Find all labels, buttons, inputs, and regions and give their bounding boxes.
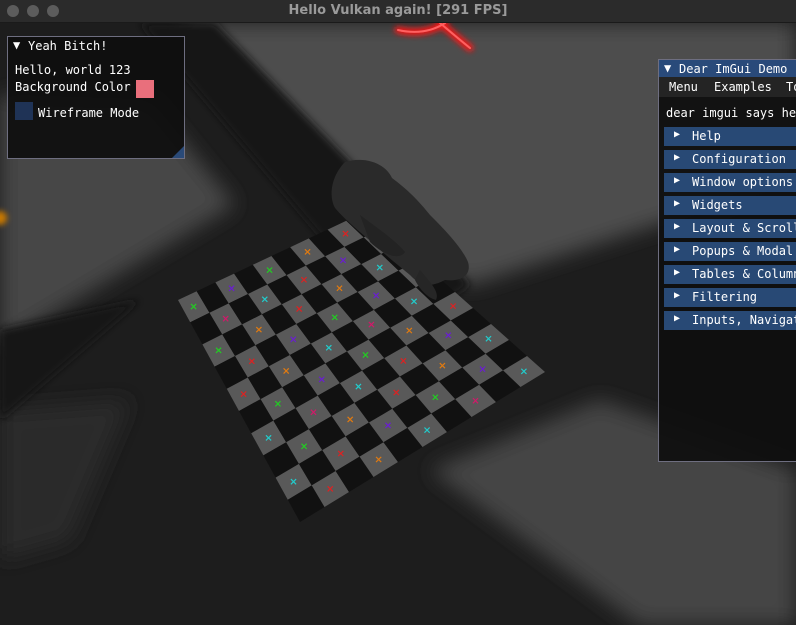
section-header-window-options[interactable]: ▶ Window options — [664, 173, 796, 192]
tree-arrow-icon: ▶ — [674, 290, 681, 301]
section-header-label: Filtering — [692, 290, 758, 304]
section-header-label: Inputs, Navigat — [692, 313, 796, 327]
hello-text: Hello, world 123 — [15, 63, 131, 77]
section-header-layout[interactable]: ▶ Layout & Scroll — [664, 219, 796, 238]
demo-window-title-bar[interactable]: ▼ Dear ImGui Demo — [659, 60, 796, 77]
tree-arrow-icon: ▶ — [674, 267, 681, 278]
background-color-label: Background Color — [15, 80, 131, 94]
menu-item-tools[interactable]: To — [786, 80, 796, 94]
demo-window-title: Dear ImGui Demo — [679, 62, 788, 76]
section-header-label: Configuration — [692, 152, 786, 166]
wireframe-checkbox[interactable] — [15, 102, 33, 120]
resize-grip[interactable] — [172, 146, 184, 158]
demo-intro-text: dear imgui says hel — [666, 106, 796, 120]
tree-arrow-icon: ▶ — [674, 221, 681, 232]
window-title: Hello Vulkan again! [291 FPS] — [288, 3, 508, 18]
collapse-arrow-icon[interactable]: ▼ — [664, 61, 671, 75]
wireframe-label: Wireframe Mode — [38, 106, 140, 120]
section-header-help[interactable]: ▶ Help — [664, 127, 796, 146]
section-header-label: Help — [692, 129, 721, 143]
section-header-widgets[interactable]: ▶ Widgets — [664, 196, 796, 215]
collapse-arrow-icon[interactable]: ▼ — [13, 38, 20, 52]
tree-arrow-icon: ▶ — [674, 152, 681, 163]
section-header-label: Popups & Modal — [692, 244, 794, 258]
section-header-label: Window options — [692, 175, 794, 189]
section-header-label: Widgets — [692, 198, 743, 212]
menu-item-menu[interactable]: Menu — [669, 80, 698, 94]
tree-arrow-icon: ▶ — [674, 175, 681, 186]
tree-arrow-icon: ▶ — [674, 129, 681, 140]
tree-arrow-icon: ▶ — [674, 198, 681, 209]
tree-arrow-icon: ▶ — [674, 244, 681, 255]
demo-window[interactable]: ▼ Dear ImGui Demo Menu Examples To dear … — [658, 59, 796, 462]
tree-arrow-icon: ▶ — [674, 313, 681, 324]
menu-item-examples[interactable]: Examples — [714, 80, 772, 94]
section-header-label: Layout & Scroll — [692, 221, 796, 235]
section-header-configuration[interactable]: ▶ Configuration — [664, 150, 796, 169]
yeah-window-title-bar[interactable]: ▼ Yeah Bitch! — [8, 37, 184, 54]
section-header-label: Tables & Column — [692, 267, 796, 281]
app-window: Hello Vulkan again! [291 FPS] ▼ Yeah Bit… — [0, 0, 796, 625]
background-color-swatch[interactable] — [136, 80, 154, 98]
yeah-window[interactable]: ▼ Yeah Bitch! Hello, world 123 Backgroun… — [7, 36, 185, 159]
demo-menu-bar: Menu Examples To — [659, 77, 796, 97]
section-header-inputs[interactable]: ▶ Inputs, Navigat — [664, 311, 796, 330]
section-header-popups[interactable]: ▶ Popups & Modal — [664, 242, 796, 261]
section-header-tables[interactable]: ▶ Tables & Column — [664, 265, 796, 284]
title-bar[interactable]: Hello Vulkan again! [291 FPS] — [0, 0, 796, 23]
yeah-window-title: Yeah Bitch! — [28, 39, 108, 53]
section-header-filtering[interactable]: ▶ Filtering — [664, 288, 796, 307]
